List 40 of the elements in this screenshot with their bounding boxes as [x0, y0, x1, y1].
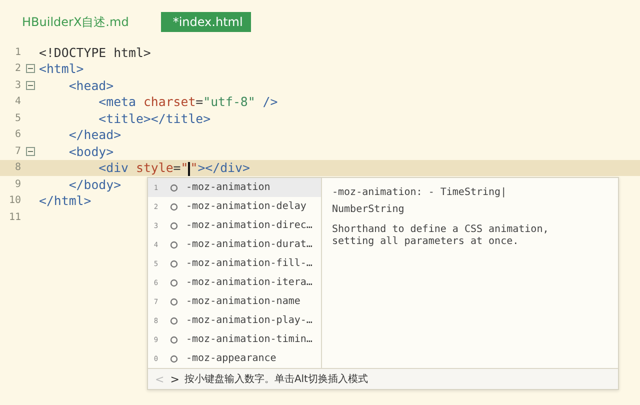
code-line: </html> — [39, 193, 92, 208]
code-line: <meta charset="utf-8" /> — [98, 94, 278, 110]
page-nav-button[interactable]: > — [167, 372, 182, 386]
property-icon — [170, 354, 178, 362]
line-number: 11 — [8, 212, 21, 223]
hint-text: 按小键盘输入数字。单击Alt切换插入模式 — [184, 372, 368, 386]
property-icon — [170, 240, 178, 248]
line-number: 3 — [14, 80, 21, 91]
property-icon — [170, 336, 178, 344]
signature-text: -moz-animation: - TimeString| — [332, 186, 508, 200]
property-icon — [170, 202, 178, 210]
line-number: 4 — [14, 96, 21, 108]
code-line: </head> — [68, 127, 122, 142]
description-text: Shorthand to define a CSS animation, setting all parameters at once. — [332, 224, 550, 248]
property-icon — [170, 316, 178, 324]
line-number: 10 — [8, 195, 21, 206]
property-icon — [170, 260, 178, 268]
line-number: 6 — [14, 129, 21, 140]
code-line: <div style=" "></div> — [98, 160, 250, 176]
property-icon — [170, 278, 178, 286]
fold-toggle-icon[interactable] — [26, 146, 34, 156]
line-number: 7 — [14, 146, 21, 157]
signature-text: NumberString — [332, 203, 406, 217]
property-icon — [170, 298, 178, 306]
line-number: 8 — [14, 162, 21, 174]
property-icon — [170, 184, 178, 192]
property-icon — [170, 222, 178, 230]
file-tab[interactable]: *index.html — [160, 12, 251, 32]
line-number: 1 — [14, 46, 21, 58]
code-line: <head> — [68, 78, 114, 93]
line-number: 9 — [14, 178, 21, 190]
fold-toggle-icon[interactable] — [26, 80, 34, 90]
code-line: <body> — [68, 144, 114, 159]
line-number: 2 — [14, 63, 21, 74]
code-line: <!DOCTYPE html> — [39, 44, 151, 60]
code-line: <title></title> — [98, 110, 211, 126]
line-number: 5 — [14, 112, 21, 124]
code-line: <html> — [39, 61, 84, 76]
code-line: </body> — [68, 176, 122, 192]
fold-toggle-icon[interactable] — [26, 64, 34, 74]
